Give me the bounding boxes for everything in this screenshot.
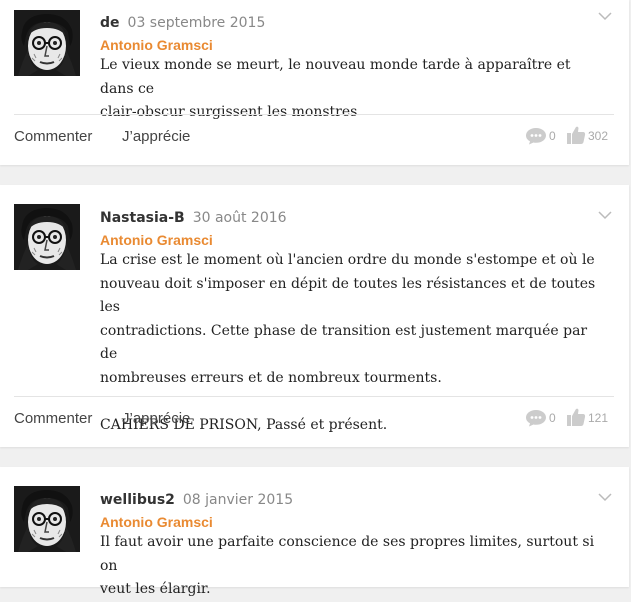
quote-line: nouveau doit s'imposer en dépit de toute… — [100, 275, 596, 316]
comment-count: 0 — [549, 411, 556, 425]
quote-line: veut les élargir. — [100, 581, 211, 597]
author-name[interactable]: Nastasia-B — [100, 210, 185, 226]
quote-source[interactable]: Antonio Gramsci — [100, 514, 213, 530]
avatar[interactable] — [14, 486, 80, 552]
like-button[interactable]: J’apprécie — [122, 128, 190, 145]
thumbs-up-icon[interactable] — [566, 407, 586, 427]
like-count: 302 — [588, 129, 609, 143]
chevron-down-icon[interactable] — [598, 12, 612, 21]
quote-date: 03 septembre 2015 — [127, 15, 266, 31]
quote-header: wellibus2 08 janvier 2015 — [100, 491, 293, 509]
avatar[interactable] — [14, 10, 80, 76]
quote-header: de 03 septembre 2015 — [100, 14, 265, 32]
chevron-down-icon[interactable] — [598, 211, 612, 220]
quote-card: wellibus2 08 janvier 2015 Antonio Gramsci… — [0, 467, 629, 597]
quote-source[interactable]: Antonio Gramsci — [100, 37, 213, 53]
quote-line: clair-obscur surgissent les monstres — [100, 104, 358, 120]
avatar[interactable] — [14, 204, 80, 270]
quote-card: de 03 septembre 2015 Antonio Gramsci Le v… — [0, 0, 629, 165]
quote-source[interactable]: Antonio Gramsci — [100, 232, 213, 248]
quote-line: La crise est le moment où l'ancien ordre… — [100, 252, 595, 268]
like-count: 121 — [588, 411, 609, 425]
divider — [14, 396, 614, 397]
quote-date: 08 janvier 2015 — [182, 492, 294, 508]
like-button[interactable]: J’apprécie — [122, 410, 190, 427]
comment-button[interactable]: Commenter — [14, 128, 92, 145]
speech-bubble-icon[interactable] — [525, 127, 547, 145]
quote-line: Il faut avoir une parfaite conscience de… — [100, 534, 595, 574]
quote-line: Le vieux monde se meurt, le nouveau mond… — [100, 57, 571, 97]
comment-button[interactable]: Commenter — [14, 410, 92, 427]
comment-count: 0 — [549, 129, 556, 143]
quote-line: contradictions. Cette phase de transitio… — [100, 322, 588, 363]
quote-card: Nastasia-B 30 août 2016 Antonio Gramsci L… — [0, 185, 629, 447]
quote-text: Il faut avoir une parfaite conscience de… — [100, 531, 600, 602]
speech-bubble-icon[interactable] — [525, 409, 547, 427]
quote-date: 30 août 2016 — [192, 210, 287, 226]
divider — [14, 114, 614, 115]
author-name[interactable]: wellibus2 — [100, 492, 175, 508]
quote-header: Nastasia-B 30 août 2016 — [100, 209, 287, 227]
thumbs-up-icon[interactable] — [566, 125, 586, 145]
quote-line: nombreuses erreurs et de nombreux tourme… — [100, 369, 442, 386]
author-name[interactable]: de — [100, 15, 120, 31]
chevron-down-icon[interactable] — [598, 493, 612, 502]
